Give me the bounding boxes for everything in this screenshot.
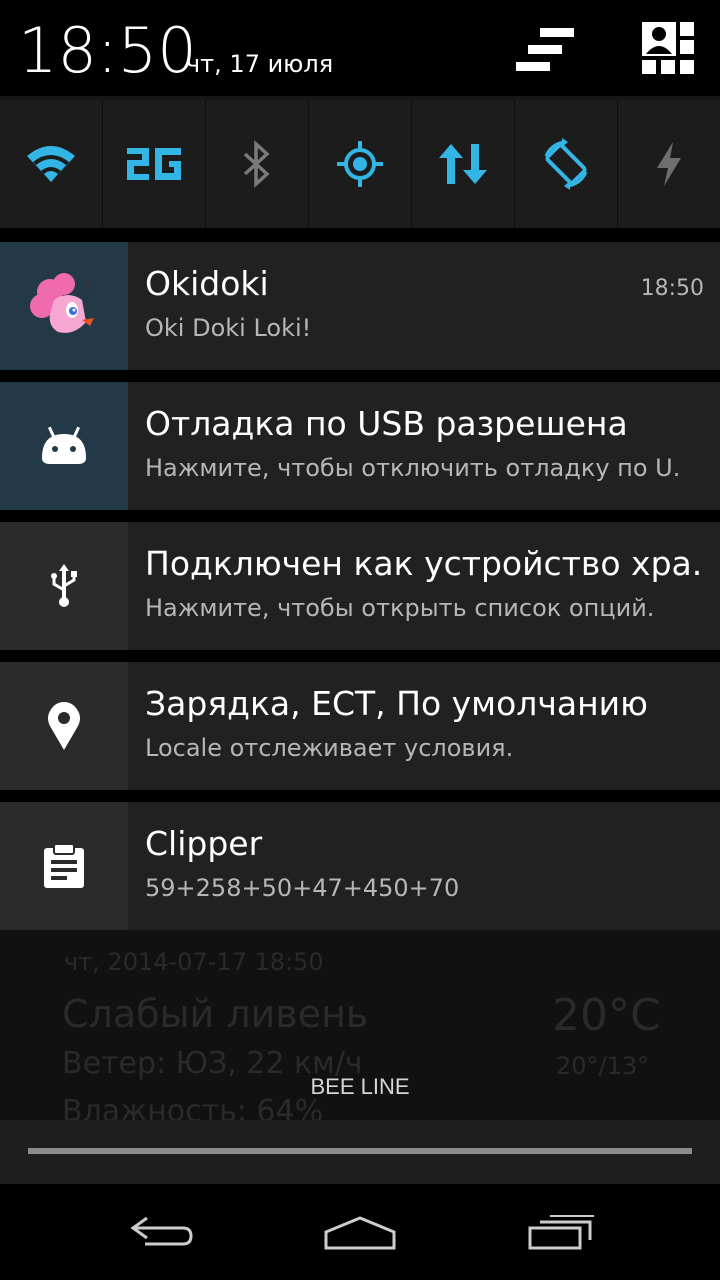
notification-usb-debugging[interactable]: Отладка по USB разрешена Нажмите, чтобы …	[0, 382, 720, 510]
toggle-auto-rotate[interactable]	[515, 100, 618, 228]
back-button[interactable]	[120, 1206, 200, 1258]
toggle-location[interactable]	[309, 100, 412, 228]
notification-text: Нажмите, чтобы открыть список опций.	[145, 594, 655, 622]
notification-title: Зарядка, ЕСТ, По умолчанию	[145, 684, 648, 723]
notification-text: Locale отслеживает условия.	[145, 734, 514, 762]
notification-header: 18:50 чт, 17 июля	[0, 0, 720, 96]
notification-time: 18:50	[640, 276, 704, 301]
notification-text: 59+258+50+47+450+70	[145, 874, 460, 902]
widget-date: чт, 2014-07-17 18:50	[64, 948, 324, 976]
notification-text: Oki Doki Loki!	[145, 314, 312, 342]
recent-apps-icon	[528, 1215, 594, 1250]
toggle-wifi[interactable]	[0, 100, 103, 228]
notification-icon-box	[0, 802, 128, 930]
pony-avatar-icon	[30, 273, 94, 333]
notification-title: Clipper	[145, 824, 263, 863]
shade-handle-area[interactable]	[0, 1120, 720, 1184]
toggle-data-sync[interactable]	[412, 100, 515, 228]
widget-temp: 20°C	[552, 990, 661, 1041]
location-target-icon	[337, 141, 383, 187]
notification-text: Нажмите, чтобы отключить отладку по U.	[145, 454, 681, 482]
date[interactable]: чт, 17 июля	[186, 50, 333, 78]
flash-icon	[657, 142, 681, 186]
notification-locale[interactable]: Зарядка, ЕСТ, По умолчанию Locale отслеж…	[0, 662, 720, 790]
toggle-bluetooth[interactable]	[206, 100, 309, 228]
wifi-icon	[27, 146, 75, 182]
sync-arrows-icon	[439, 144, 487, 184]
back-icon	[130, 1216, 193, 1246]
notification-usb-storage[interactable]: Подключен как устройство хра. Нажмите, ч…	[0, 522, 720, 650]
toggle-2g[interactable]	[103, 100, 206, 228]
carrier-label: BEE LINE	[310, 1074, 410, 1099]
home-icon	[324, 1216, 396, 1250]
bluetooth-icon	[243, 140, 270, 188]
notification-icon-box	[0, 242, 128, 370]
quick-settings-button[interactable]	[510, 18, 574, 82]
notification-title: Подключен как устройство хра.	[145, 544, 703, 583]
quick-settings-icon	[516, 28, 574, 71]
notification-clipper[interactable]: Clipper 59+258+50+47+450+70	[0, 802, 720, 930]
clock: 18:50	[18, 14, 197, 87]
notification-title: Отладка по USB разрешена	[145, 404, 628, 443]
user-tiles-icon	[642, 22, 694, 74]
usb-icon	[51, 564, 77, 607]
user-settings-button[interactable]	[636, 18, 700, 82]
clipboard-icon	[44, 843, 84, 888]
toggle-flashlight[interactable]	[618, 100, 720, 228]
widget-condition: Слабый ливень	[62, 992, 369, 1036]
2g-icon	[127, 148, 181, 180]
notification-icon-box	[0, 522, 128, 650]
recent-apps-button[interactable]	[520, 1206, 600, 1258]
shade-drag-handle[interactable]	[28, 1148, 692, 1154]
home-button[interactable]	[320, 1206, 400, 1258]
notification-icon-box	[0, 382, 128, 510]
rotate-icon	[544, 138, 588, 190]
notification-okidoki[interactable]: Okidoki Oki Doki Loki! 18:50	[0, 242, 720, 370]
quick-toggles-bar	[0, 100, 720, 228]
android-debug-icon	[42, 426, 86, 464]
notification-icon-box	[0, 662, 128, 790]
notification-title: Okidoki	[145, 264, 269, 303]
navigation-bar	[0, 1184, 720, 1280]
location-pin-icon	[48, 702, 80, 750]
